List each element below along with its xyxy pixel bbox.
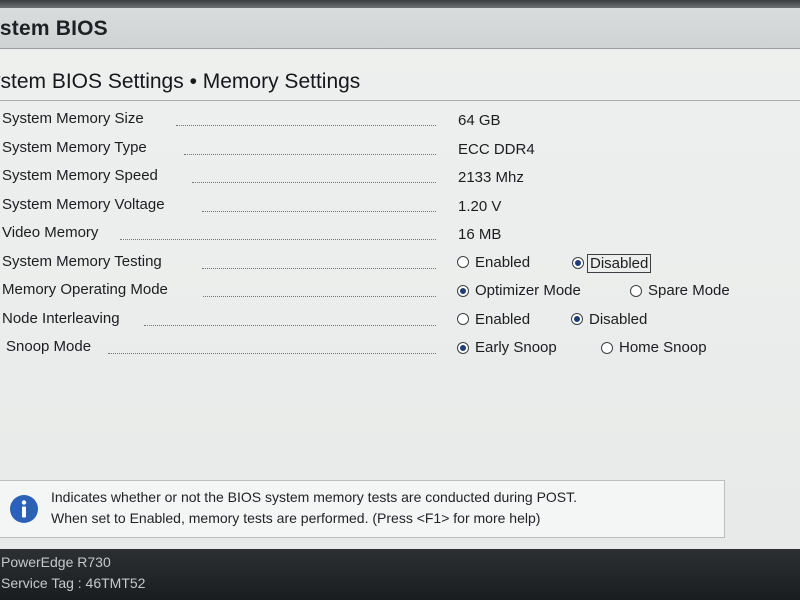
dotted-leader (203, 296, 436, 297)
setting-row-system-memory-speed: System Memory Speed 2133 Mhz (0, 163, 800, 192)
dotted-leader (202, 267, 436, 269)
app-header: ystem BIOS (0, 8, 800, 49)
radio-button-unchecked[interactable] (457, 313, 469, 325)
dotted-leader (192, 182, 436, 183)
system-model: PowerEdge R730 (1, 554, 111, 570)
status-footer: PowerEdge R730 Service Tag : 46TMT52 (0, 549, 800, 600)
help-text-line-1: Indicates whether or not the BIOS system… (51, 489, 578, 505)
radio-option-enabled[interactable]: Enabled (457, 311, 530, 328)
radio-option-early-snoop[interactable]: Early Snoop (457, 339, 557, 356)
page-title: ystem BIOS Settings • Memory Settings (0, 70, 361, 93)
setting-label: System Memory Voltage (2, 195, 165, 213)
radio-button-checked[interactable] (457, 284, 469, 297)
setting-value: 2133 Mhz (458, 169, 524, 186)
setting-label: System Memory Size (2, 110, 144, 127)
setting-row-system-memory-testing: System Memory Testing Enabled Disabled (0, 249, 800, 278)
setting-label: System Memory Testing (2, 252, 162, 270)
radio-button-unchecked[interactable] (630, 284, 642, 297)
setting-row-system-memory-voltage: System Memory Voltage 1.20 V (0, 192, 800, 221)
radio-button-unchecked[interactable] (601, 341, 613, 354)
radio-option-disabled[interactable]: Disabled (571, 311, 647, 328)
title-divider (0, 100, 800, 101)
setting-label: System Memory Type (2, 138, 147, 156)
radio-label: Home Snoop (619, 339, 707, 356)
setting-value: 64 GB (458, 112, 501, 129)
setting-label: Node Interleaving (2, 309, 120, 327)
radio-label-focused: Disabled (587, 253, 652, 273)
radio-label: Optimizer Mode (475, 282, 581, 299)
dotted-leader (202, 210, 436, 212)
radio-label: Enabled (475, 253, 531, 271)
info-icon (10, 495, 38, 523)
radio-option-disabled[interactable]: Disabled (572, 253, 652, 273)
dotted-leader (176, 125, 436, 126)
setting-row-snoop-mode: Snoop Mode Early Snoop Home Snoop (0, 334, 800, 363)
radio-label: Enabled (475, 310, 531, 328)
radio-option-spare-mode[interactable]: Spare Mode (630, 282, 730, 299)
dotted-leader (184, 153, 436, 155)
top-bezel-strip (0, 0, 800, 8)
setting-row-video-memory: Video Memory 16 MB (0, 220, 800, 249)
radio-button-unchecked[interactable] (457, 256, 469, 268)
radio-label: Spare Mode (648, 282, 730, 299)
dotted-leader (120, 239, 436, 240)
setting-label: Video Memory (2, 224, 99, 241)
setting-row-system-memory-size: System Memory Size 64 GB (0, 106, 800, 135)
dotted-leader (144, 324, 436, 326)
radio-option-home-snoop[interactable]: Home Snoop (601, 339, 707, 356)
settings-list: System Memory Size 64 GB System Memory T… (0, 106, 800, 363)
help-text-line-2: When set to Enabled, memory tests are pe… (51, 510, 541, 526)
dotted-leader (108, 353, 436, 354)
radio-button-checked[interactable] (457, 341, 469, 354)
radio-button-checked[interactable] (571, 313, 583, 325)
help-text: Indicates whether or not the BIOS system… (51, 487, 577, 529)
radio-option-optimizer-mode[interactable]: Optimizer Mode (457, 282, 581, 299)
radio-label: Early Snoop (475, 339, 557, 356)
service-tag: Service Tag : 46TMT52 (1, 575, 146, 591)
setting-row-node-interleaving: Node Interleaving Enabled Disabled (0, 306, 800, 335)
radio-label: Disabled (589, 310, 648, 328)
bios-screen: ystem BIOS ystem BIOS Settings • Memory … (0, 0, 800, 600)
help-panel: Indicates whether or not the BIOS system… (0, 480, 725, 538)
setting-row-memory-operating-mode: Memory Operating Mode Optimizer Mode Spa… (0, 277, 800, 306)
setting-value: 16 MB (458, 226, 502, 243)
radio-button-checked[interactable] (572, 257, 584, 269)
setting-label: System Memory Speed (2, 167, 158, 184)
setting-value: 1.20 V (458, 197, 502, 215)
radio-option-enabled[interactable]: Enabled (457, 254, 530, 271)
setting-value: ECC DDR4 (458, 140, 535, 158)
setting-label: Snoop Mode (6, 338, 92, 355)
setting-row-system-memory-type: System Memory Type ECC DDR4 (0, 135, 800, 164)
app-title: ystem BIOS (0, 17, 108, 40)
setting-label: Memory Operating Mode (2, 281, 168, 298)
